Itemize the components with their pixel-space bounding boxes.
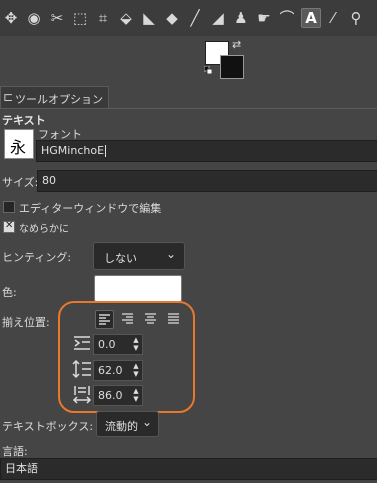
indent-icon [74, 336, 90, 350]
align-left-icon [99, 314, 110, 325]
justify-center-button[interactable] [142, 310, 159, 327]
line-spacing-value: 62.0 [98, 364, 123, 377]
textbox-select[interactable]: 流動的 ⌄ [96, 411, 159, 437]
size-input[interactable]: 80 [37, 170, 377, 192]
foreground-select-icon[interactable]: ⬚ [71, 9, 89, 27]
chevron-down-icon: ⌄ [166, 247, 177, 261]
language-label: 言語: [2, 445, 28, 458]
paths-icon[interactable]: ⌒ [278, 9, 296, 27]
text-color-button[interactable] [94, 275, 182, 302]
scissors-select-icon[interactable]: ✂ [48, 9, 66, 27]
bucket-fill-icon[interactable]: ◆ [163, 9, 181, 27]
font-input-value: HGMinchoE [41, 144, 105, 157]
justify-fill-button[interactable] [165, 310, 182, 327]
editor-window-label: エディターウィンドウで編集 [19, 202, 162, 215]
text-cursor [105, 145, 107, 157]
antialias-label: なめらかに [19, 224, 69, 235]
ellipse-select-icon[interactable]: ◉ [25, 9, 43, 27]
line-spacing-spinbox[interactable]: 62.0 ▲ ▼ [93, 360, 143, 381]
paintbrush-icon[interactable]: ╱ [186, 9, 204, 27]
tab-tool-options[interactable]: ⊏ ツールオプション [0, 86, 109, 109]
align-center-icon [145, 313, 156, 324]
editor-window-checkbox[interactable] [3, 201, 15, 213]
justify-left-button[interactable] [95, 310, 114, 329]
size-label: サイズ: [2, 176, 39, 189]
letter-spacing-increase-button[interactable]: ▲ [131, 387, 141, 395]
tab-tool-options-label: ツールオプション [15, 93, 103, 106]
tool-options-icon: ⊏ [3, 90, 14, 104]
font-preview-glyph: 永 [10, 138, 27, 157]
smudge-icon[interactable]: ☛ [255, 9, 273, 27]
color-label: 色: [2, 286, 17, 299]
line-spacing-decrease-button[interactable]: ▼ [131, 370, 141, 378]
toolbox: ✥ ◉ ✂ ⬚ ⌗ ⬙ ◣ ◆ ╱ ◢ ♟ ☛ ⌒ A ⁄ ⚲ [0, 0, 377, 36]
measure-icon[interactable]: ⚲ [347, 9, 365, 27]
textbox-label: テキストボックス: [2, 420, 94, 433]
letter-spacing-value: 86.0 [98, 389, 123, 402]
indent-spinbox[interactable]: 0.0 ▲ ▼ [93, 334, 143, 355]
textbox-select-value: 流動的 [105, 420, 138, 433]
hinting-select-value: しない [104, 252, 137, 265]
warp-icon[interactable]: ◣ [140, 9, 158, 27]
line-spacing-icon [72, 359, 91, 379]
tab-divider [0, 108, 377, 109]
eraser-icon[interactable]: ◢ [209, 9, 227, 27]
justify-label: 揃え位置: [2, 316, 50, 329]
swap-colors-icon[interactable]: ⇄ [232, 38, 241, 51]
default-colors-icon[interactable] [204, 66, 212, 74]
indent-increase-button[interactable]: ▲ [131, 336, 141, 344]
font-input[interactable]: HGMinchoE [36, 140, 377, 162]
letter-spacing-decrease-button[interactable]: ▼ [131, 395, 141, 403]
crop-icon[interactable]: ⌗ [94, 9, 112, 27]
antialias-checkbox[interactable]: ✕ [3, 220, 15, 233]
chevron-down-icon: ⌄ [142, 415, 153, 429]
clone-icon[interactable]: ♟ [232, 9, 250, 27]
indent-value: 0.0 [98, 338, 116, 351]
transform-icon[interactable]: ⬙ [117, 9, 135, 27]
language-input[interactable]: 日本語 [0, 458, 377, 480]
indent-decrease-button[interactable]: ▼ [131, 344, 141, 352]
letter-spacing-icon [72, 386, 92, 404]
color-picker-icon[interactable]: ⁄ [324, 9, 342, 27]
move-icon[interactable]: ✥ [2, 9, 20, 27]
hinting-label: ヒンティング: [2, 251, 72, 264]
hinting-select[interactable]: しない ⌄ [93, 242, 185, 270]
letter-spacing-spinbox[interactable]: 86.0 ▲ ▼ [93, 385, 143, 406]
align-justify-icon [168, 313, 179, 324]
checkmark-icon: ✕ [5, 220, 14, 231]
background-color-swatch[interactable] [220, 55, 244, 79]
text-icon[interactable]: A [301, 8, 321, 28]
justify-right-button[interactable] [119, 310, 136, 327]
font-preview-button[interactable]: 永 [4, 129, 34, 159]
align-right-icon [122, 313, 133, 324]
line-spacing-increase-button[interactable]: ▲ [131, 362, 141, 370]
